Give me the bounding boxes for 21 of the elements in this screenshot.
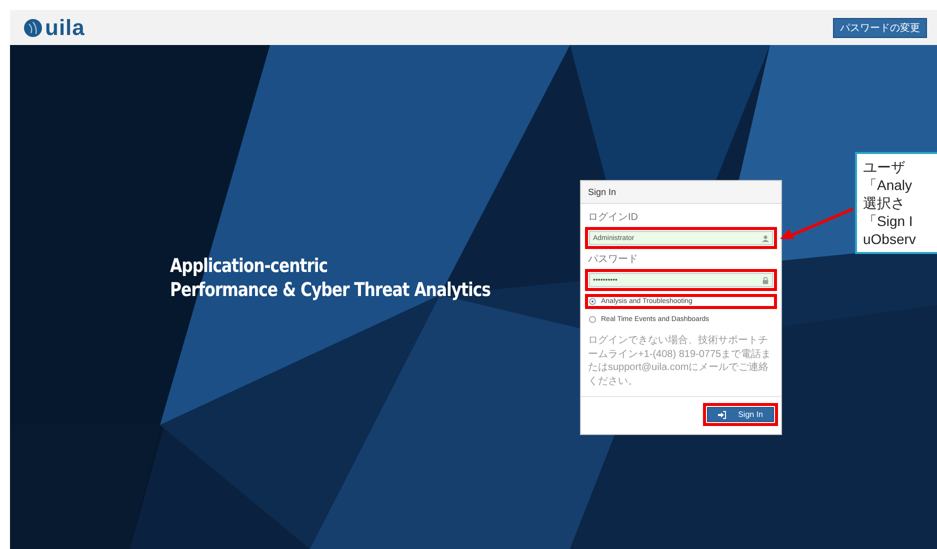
callout-text: 「Analy [863, 176, 914, 194]
callout-text: 「Sign I [863, 212, 914, 230]
lock-icon [762, 276, 769, 284]
callout-text: uObserv [863, 230, 917, 248]
logo-text: uila [45, 14, 85, 40]
tagline-text: Performance & Cyber Threat Analytics [170, 279, 492, 301]
card-title: Sign In [581, 181, 781, 204]
field-label: ログインID [587, 211, 639, 224]
user-icon [762, 234, 769, 242]
callout-text: ユーザ [863, 158, 906, 176]
arrow-icon [780, 205, 853, 241]
radio-button[interactable] [589, 298, 596, 305]
tagline-text: Application-centric [170, 255, 329, 277]
globe-icon [24, 18, 42, 36]
radio-button[interactable] [589, 316, 596, 323]
login-icon [718, 410, 726, 418]
help-text: ログインできない場合、技術サポートチームライン+1-(408) 819-0775まで電話またはsupport@uila.comにメールでご連絡ください。 [587, 334, 772, 388]
change-password-button[interactable]: パスワードの変更 [833, 18, 927, 38]
field-label: パスワード [587, 253, 639, 266]
sign-in-button[interactable]: Sign In [707, 407, 774, 422]
callout-text: 選択さ [863, 194, 906, 212]
